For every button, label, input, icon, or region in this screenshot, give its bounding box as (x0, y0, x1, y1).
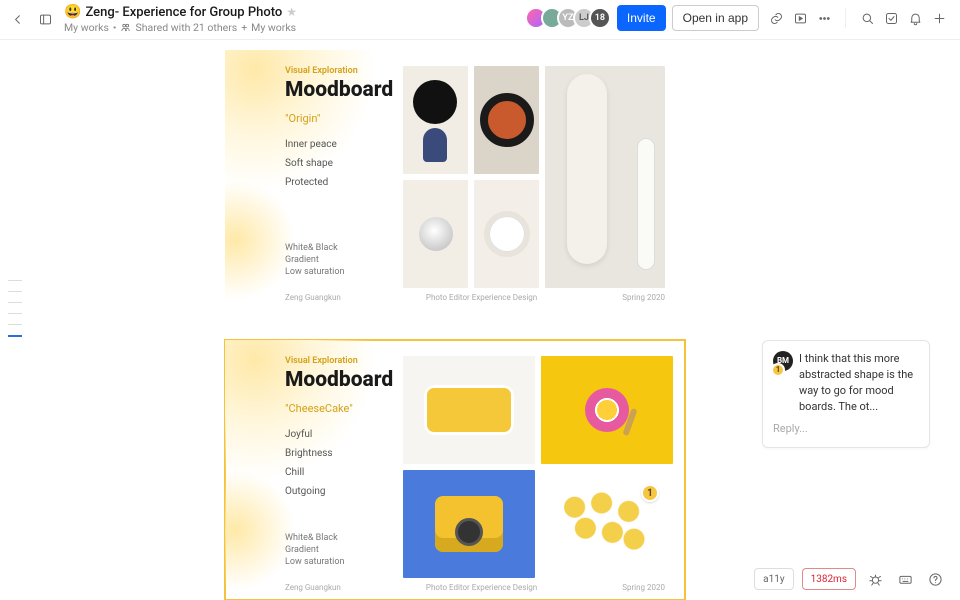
page-title[interactable]: Zeng- Experience for Group Photo (85, 5, 282, 20)
link-icon[interactable] (765, 7, 787, 29)
sidebar-toggle-button[interactable] (34, 8, 56, 30)
back-button[interactable] (6, 8, 28, 30)
canvas[interactable]: Visual Exploration Moodboard "Origin" In… (0, 40, 960, 600)
mood-image: 1 (541, 470, 673, 578)
mood-image (403, 356, 535, 464)
moodboard-origin[interactable]: Visual Exploration Moodboard "Origin" In… (225, 50, 685, 310)
comment-text: I think that this more abstracted shape … (799, 351, 919, 415)
notes: White& BlackGradientLow saturation (285, 242, 344, 278)
comment-card[interactable]: BM 1 I think that this more abstracted s… (762, 340, 930, 448)
presence-avatars[interactable]: YZ LJ 18 (531, 7, 611, 29)
a11y-chip[interactable]: a11y (754, 568, 793, 590)
breadcrumb: My works • Shared with 21 others + My wo… (64, 21, 297, 34)
shared-with[interactable]: Shared with 21 others (135, 21, 237, 34)
open-in-app-button[interactable]: Open in app (672, 5, 759, 31)
mood-image (474, 66, 539, 174)
topbar-left: 😃 Zeng- Experience for Group Photo ★ My … (6, 4, 297, 34)
image-grid: 1 (403, 356, 673, 576)
title-area: 😃 Zeng- Experience for Group Photo ★ My … (64, 4, 297, 34)
search-icon[interactable] (856, 7, 878, 29)
avatar-overflow[interactable]: 18 (589, 7, 611, 29)
moodboard-cheesecake[interactable]: Visual Exploration Moodboard "CheeseCake… (225, 340, 685, 600)
star-icon[interactable]: ★ (286, 5, 297, 19)
page-outline[interactable] (8, 270, 26, 347)
bell-icon[interactable] (904, 7, 926, 29)
present-icon[interactable] (789, 7, 811, 29)
page-emoji: 😃 (64, 4, 81, 20)
keyboard-icon[interactable] (894, 568, 916, 590)
breadcrumb-extra[interactable]: My works (251, 21, 296, 34)
tasks-icon[interactable] (880, 7, 902, 29)
dev-footer: a11y 1382ms (754, 568, 946, 590)
help-icon[interactable] (924, 568, 946, 590)
topbar-right: YZ LJ 18 Invite Open in app (531, 4, 950, 32)
comment-avatar: BM 1 (773, 351, 793, 371)
plus-icon[interactable] (928, 7, 950, 29)
comment-badge: 1 (771, 363, 785, 377)
breadcrumb-root[interactable]: My works (64, 21, 109, 34)
divider (845, 8, 846, 28)
mood-image (474, 180, 539, 288)
mood-image (541, 356, 673, 464)
topbar: 😃 Zeng- Experience for Group Photo ★ My … (0, 0, 960, 40)
mood-image (545, 66, 665, 288)
image-grid (403, 66, 673, 286)
mood-image (403, 180, 468, 288)
more-icon[interactable] (813, 7, 835, 29)
notes: White& BlackGradientLow saturation (285, 532, 344, 568)
timing-chip[interactable]: 1382ms (802, 568, 856, 590)
invite-button[interactable]: Invite (617, 5, 666, 31)
bug-icon[interactable] (864, 568, 886, 590)
mood-image (403, 66, 468, 174)
comment-count-badge[interactable]: 1 (641, 484, 659, 502)
mood-image (403, 470, 535, 578)
credits: Zeng GuangkunPhoto Editor Experience Des… (285, 583, 665, 592)
comment-reply-input[interactable]: Reply... (773, 421, 919, 437)
credits: Zeng GuangkunPhoto Editor Experience Des… (285, 293, 665, 302)
